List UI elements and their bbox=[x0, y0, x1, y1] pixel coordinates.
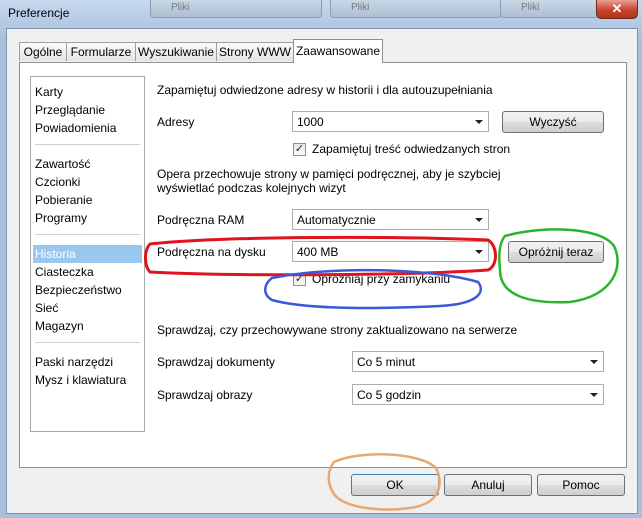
background-window-tab: Pliki bbox=[500, 0, 602, 18]
title-bar[interactable]: Preferencje Pliki Pliki Pliki ✕ bbox=[0, 0, 642, 28]
chevron-down-icon bbox=[475, 218, 483, 222]
sidebar-item-browsing[interactable]: Przeglądanie bbox=[33, 101, 142, 119]
sidebar-item-security[interactable]: Bezpieczeństwo bbox=[33, 281, 142, 299]
addresses-select[interactable]: 1000 bbox=[292, 111, 489, 132]
addresses-value: 1000 bbox=[297, 115, 324, 129]
sidebar-item-tabs[interactable]: Karty bbox=[33, 83, 142, 101]
sidebar-item-fonts[interactable]: Czcionki bbox=[33, 173, 142, 191]
disk-cache-value: 400 MB bbox=[297, 245, 339, 259]
tab-advanced[interactable]: Zaawansowane bbox=[293, 39, 383, 63]
check-documents-label: Sprawdzaj dokumenty bbox=[157, 355, 276, 369]
addresses-label: Adresy bbox=[157, 115, 195, 129]
sidebar-divider bbox=[35, 144, 140, 145]
background-window-label: Pliki bbox=[521, 2, 540, 13]
sidebar-item-content[interactable]: Zawartość bbox=[33, 155, 142, 173]
check-documents-select[interactable]: Co 5 minut bbox=[352, 351, 604, 372]
disk-cache-select[interactable]: 400 MB bbox=[292, 241, 489, 262]
sidebar-divider bbox=[35, 234, 140, 235]
sidebar-item-history[interactable]: Historia bbox=[33, 245, 142, 263]
history-section-heading: Zapamiętuj odwiedzone adresy w historii … bbox=[157, 83, 493, 97]
remember-content-checkbox[interactable]: ✓ bbox=[293, 143, 306, 156]
check-images-value: Co 5 godzin bbox=[357, 388, 422, 402]
sidebar-item-notifications[interactable]: Powiadomienia bbox=[33, 119, 142, 137]
cancel-button[interactable]: Anuluj bbox=[444, 474, 532, 496]
chevron-down-icon bbox=[475, 250, 483, 254]
background-window-label: Pliki bbox=[171, 2, 190, 13]
advanced-panel: Karty Przeglądanie Powiadomienia Zawarto… bbox=[19, 62, 627, 468]
chevron-down-icon bbox=[590, 360, 598, 364]
tab-websites[interactable]: Strony WWW bbox=[216, 42, 294, 61]
ram-cache-value: Automatycznie bbox=[297, 213, 376, 227]
check-documents-value: Co 5 minut bbox=[357, 355, 416, 369]
cache-description-line2: wyświetlać podczas kolejnych wizyt bbox=[157, 181, 346, 195]
dialog-client-area: Ogólne Formularze Wyszukiwanie Strony WW… bbox=[6, 28, 638, 514]
background-window-label: Pliki bbox=[351, 2, 370, 13]
check-images-select[interactable]: Co 5 godzin bbox=[352, 384, 604, 405]
empty-on-exit-checkbox[interactable]: ✓ bbox=[293, 273, 306, 286]
sidebar-item-storage[interactable]: Magazyn bbox=[33, 317, 142, 335]
check-updates-heading: Sprawdzaj, czy przechowywane strony zakt… bbox=[157, 323, 518, 337]
sidebar-item-downloads[interactable]: Pobieranie bbox=[33, 191, 142, 209]
preferences-window: Preferencje Pliki Pliki Pliki ✕ Ogólne F… bbox=[0, 0, 642, 518]
window-title: Preferencje bbox=[8, 6, 70, 20]
chevron-down-icon bbox=[590, 393, 598, 397]
ram-cache-select[interactable]: Automatycznie bbox=[292, 209, 489, 230]
tab-search[interactable]: Wyszukiwanie bbox=[135, 42, 217, 61]
sidebar-item-programs[interactable]: Programy bbox=[33, 209, 142, 227]
sidebar-divider bbox=[35, 342, 140, 343]
clear-history-button[interactable]: Wyczyść bbox=[502, 111, 604, 133]
remember-content-label: Zapamiętuj treść odwiedzanych stron bbox=[312, 142, 511, 156]
background-window-tab: Pliki bbox=[330, 0, 502, 18]
help-button[interactable]: Pomoc bbox=[537, 474, 625, 496]
ok-button[interactable]: OK bbox=[351, 474, 439, 496]
tab-general[interactable]: Ogólne bbox=[19, 42, 67, 61]
sidebar: Karty Przeglądanie Powiadomienia Zawarto… bbox=[30, 76, 145, 432]
empty-cache-now-button[interactable]: Opróżnij teraz bbox=[508, 241, 604, 263]
check-images-label: Sprawdzaj obrazy bbox=[157, 388, 253, 402]
sidebar-item-cookies[interactable]: Ciasteczka bbox=[33, 263, 142, 281]
ram-cache-label: Podręczna RAM bbox=[157, 213, 245, 227]
sidebar-item-network[interactable]: Sieć bbox=[33, 299, 142, 317]
sidebar-item-mouse-keyboard[interactable]: Mysz i klawiatura bbox=[33, 371, 142, 389]
close-icon[interactable]: ✕ bbox=[596, 0, 638, 19]
sidebar-item-toolbars[interactable]: Paski narzędzi bbox=[33, 353, 142, 371]
cache-description-line1: Opera przechowuje strony w pamięci podrę… bbox=[157, 167, 501, 181]
chevron-down-icon bbox=[475, 120, 483, 124]
disk-cache-label: Podręczna na dysku bbox=[157, 245, 266, 259]
tab-forms[interactable]: Formularze bbox=[66, 42, 136, 61]
background-window-tab: Pliki bbox=[150, 0, 322, 18]
empty-on-exit-label: Opróżniaj przy zamykaniu bbox=[312, 272, 451, 286]
